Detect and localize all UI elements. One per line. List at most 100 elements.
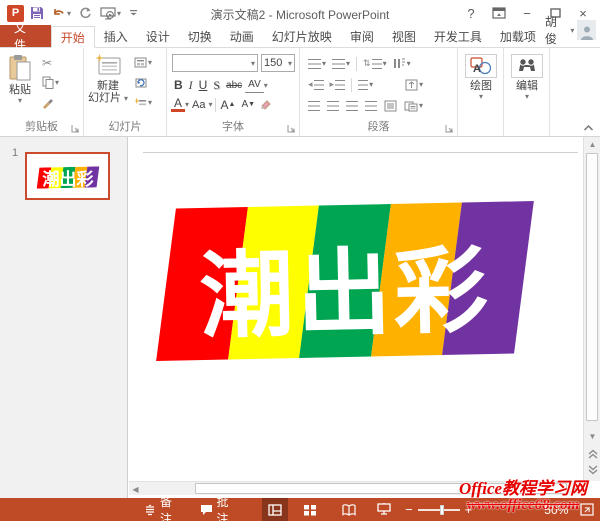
editing-button[interactable]: 编辑 ▾ <box>504 48 550 118</box>
line-spacing-dropdown-arrow[interactable]: ▾ <box>383 59 387 68</box>
add-space-button[interactable]: ▾ <box>356 76 375 93</box>
clipboard-dialog-launcher[interactable] <box>71 124 80 133</box>
normal-view-button[interactable] <box>262 498 288 521</box>
layout-dropdown-arrow[interactable]: ▾ <box>148 58 152 67</box>
paragraph-dialog-launcher[interactable] <box>445 124 454 133</box>
previous-slide-button[interactable] <box>584 447 600 461</box>
align-text-button[interactable] <box>382 97 399 114</box>
font-size-combobox[interactable]: 150▾ <box>261 54 295 72</box>
customize-qat-button[interactable] <box>127 3 140 23</box>
line-spacing-button[interactable]: ⇅▾ <box>361 55 389 72</box>
tab-review[interactable]: 审阅 <box>341 25 383 47</box>
collapse-ribbon-button[interactable] <box>583 124 594 132</box>
notes-toggle[interactable]: 备注 <box>136 498 192 521</box>
change-case-button[interactable]: Aa <box>189 97 208 113</box>
section-button[interactable]: ▾ <box>132 94 154 111</box>
new-slide-button[interactable]: 新建幻灯片 ▾ <box>84 48 132 118</box>
text-direction-button[interactable]: ▾ <box>403 76 425 93</box>
paste-button[interactable]: 粘贴 ▾ <box>0 48 40 118</box>
drawing-button[interactable]: A 绘图 ▾ <box>458 48 504 118</box>
reset-slide-button[interactable] <box>132 74 154 91</box>
tab-slideshow[interactable]: 幻灯片放映 <box>263 25 341 47</box>
avatar[interactable] <box>577 20 596 40</box>
bold-button[interactable]: B <box>171 77 186 93</box>
next-slide-button[interactable] <box>584 463 600 477</box>
tab-file[interactable]: 文件 <box>0 25 51 47</box>
font-name-combobox[interactable]: ▾ <box>172 54 258 72</box>
slideshow-dropdown-arrow[interactable]: ▾ <box>117 9 121 18</box>
undo-button[interactable]: ▾ <box>50 3 73 23</box>
zoom-slider-thumb[interactable] <box>440 505 444 515</box>
zoom-percentage[interactable]: 50% <box>544 503 568 517</box>
columns-dropdown-arrow[interactable]: ▾ <box>407 59 411 68</box>
minimize-button[interactable]: − <box>514 2 540 24</box>
tab-animations[interactable]: 动画 <box>221 25 263 47</box>
bullets-dropdown-arrow[interactable]: ▾ <box>322 59 326 68</box>
reading-view-button[interactable] <box>336 498 362 521</box>
format-painter-button[interactable] <box>40 94 61 111</box>
columns-button[interactable]: ▾ <box>391 55 413 72</box>
layout-button[interactable]: ▾ <box>132 54 154 71</box>
increase-font-size-button[interactable]: A▲ <box>218 97 239 113</box>
justify-button[interactable] <box>363 97 379 114</box>
font-size-dropdown-arrow[interactable]: ▾ <box>288 59 292 68</box>
scroll-down-arrow[interactable]: ▼ <box>584 429 600 443</box>
numbering-dropdown-arrow[interactable]: ▾ <box>346 59 350 68</box>
slide-thumbnail-panel[interactable]: 1 潮出彩 <box>0 137 128 498</box>
tab-insert[interactable]: 插入 <box>95 25 137 47</box>
underline-button[interactable]: U <box>196 77 211 93</box>
zoom-out-button[interactable]: − <box>405 502 413 517</box>
redo-button[interactable] <box>77 3 94 23</box>
vertical-scrollbar[interactable]: ▲ ▼ <box>583 137 600 481</box>
copy-dropdown-arrow[interactable]: ▾ <box>55 78 59 87</box>
font-name-dropdown-arrow[interactable]: ▾ <box>251 59 255 68</box>
zoom-slider[interactable] <box>418 509 460 511</box>
align-left-button[interactable] <box>306 97 322 114</box>
text-shadow-button[interactable]: S <box>210 77 223 93</box>
increase-indent-button[interactable]: ▸ <box>328 76 348 93</box>
start-slideshow-button[interactable]: ▾ <box>98 3 123 23</box>
help-button[interactable]: ? <box>458 2 484 24</box>
smartart-dropdown-arrow[interactable]: ▾ <box>419 101 423 110</box>
account-menu[interactable]: 胡俊 ▾ <box>545 13 600 47</box>
scroll-right-arrow[interactable]: ▶ <box>570 482 583 496</box>
bullets-button[interactable]: ▾ <box>306 55 328 72</box>
scroll-up-arrow[interactable]: ▲ <box>584 137 600 151</box>
vertical-scrollbar-thumb[interactable] <box>586 153 598 421</box>
banner-wordart-text[interactable]: 潮出彩 <box>164 201 525 360</box>
horizontal-scrollbar-thumb[interactable] <box>195 483 567 494</box>
scroll-left-arrow[interactable]: ◀ <box>129 482 142 496</box>
fit-slide-to-window-button[interactable] <box>574 498 600 521</box>
font-color-button[interactable]: A <box>171 97 185 112</box>
tab-developer[interactable]: 开发工具 <box>425 25 491 47</box>
comments-toggle[interactable]: 批注 <box>192 498 249 521</box>
tab-view[interactable]: 视图 <box>383 25 425 47</box>
font-dialog-launcher[interactable] <box>287 124 296 133</box>
clear-formatting-button[interactable] <box>258 96 274 113</box>
numbering-button[interactable]: ▾ <box>330 55 352 72</box>
copy-button[interactable]: ▾ <box>40 74 61 91</box>
cut-button[interactable]: ✂ <box>40 54 61 71</box>
align-center-button[interactable] <box>325 97 341 114</box>
tab-home[interactable]: 开始 <box>51 26 95 48</box>
editing-dropdown-arrow[interactable]: ▾ <box>525 92 529 101</box>
tab-design[interactable]: 设计 <box>137 25 179 47</box>
character-spacing-dropdown-arrow[interactable]: ▾ <box>264 81 268 90</box>
text-direction-dropdown-arrow[interactable]: ▾ <box>419 80 423 89</box>
character-spacing-button[interactable]: AV <box>245 77 264 93</box>
zoom-in-button[interactable]: + <box>465 502 473 517</box>
decrease-font-size-button[interactable]: A▼ <box>238 97 258 113</box>
italic-button[interactable]: I <box>186 77 196 93</box>
decrease-indent-button[interactable]: ◂ <box>306 76 326 93</box>
tab-transitions[interactable]: 切换 <box>179 25 221 47</box>
slideshow-view-button[interactable] <box>371 498 397 521</box>
section-dropdown-arrow[interactable]: ▾ <box>148 98 152 107</box>
drawing-dropdown-arrow[interactable]: ▾ <box>479 92 483 101</box>
horizontal-scrollbar[interactable]: ◀ ▶ <box>129 481 583 495</box>
tab-addins[interactable]: 加载项 <box>491 25 545 47</box>
slide-sorter-view-button[interactable] <box>296 498 322 521</box>
smartart-convert-button[interactable]: ▾ <box>402 97 425 114</box>
ribbon-display-options-button[interactable] <box>486 2 512 24</box>
slide-thumbnail[interactable]: 潮出彩 <box>25 152 110 200</box>
undo-dropdown-arrow[interactable]: ▾ <box>67 9 71 18</box>
